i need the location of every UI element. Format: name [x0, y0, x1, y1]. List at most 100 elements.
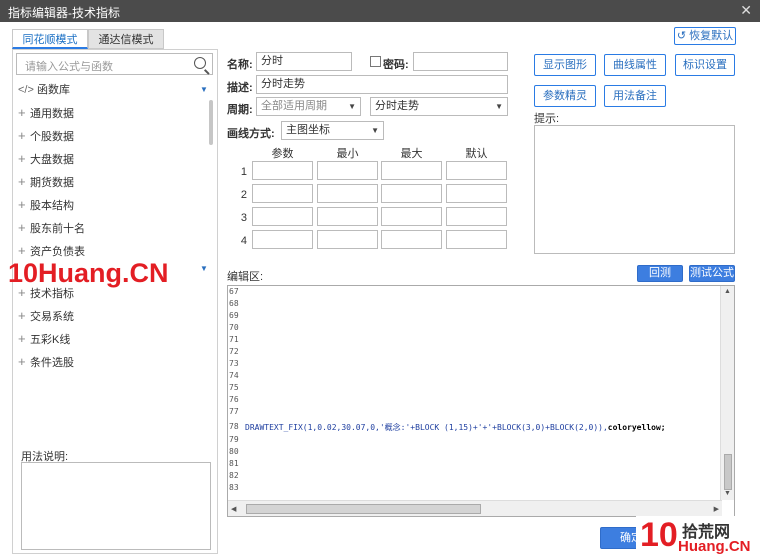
grid-header-min: 最小	[336, 148, 359, 160]
param-cell[interactable]	[317, 184, 378, 203]
hint-box	[534, 125, 735, 254]
param-cell[interactable]	[252, 207, 313, 226]
search-placeholder: 请输入公式与函数	[25, 61, 113, 73]
draw-mode-select[interactable]: 主图坐标	[281, 121, 384, 140]
password-label: 密码:	[383, 59, 409, 71]
param-cell[interactable]	[317, 161, 378, 180]
line-number: 83	[229, 483, 239, 492]
brand-prefix: 10	[640, 516, 678, 554]
line-number: 80	[229, 447, 239, 456]
grid-header-max: 最大	[400, 148, 423, 160]
param-wizard-button[interactable]: 参数精灵	[534, 85, 596, 107]
scroll-left-icon[interactable]: ◀	[231, 505, 236, 513]
line-number: 76	[229, 395, 239, 404]
search-input[interactable]: 请输入公式与函数	[16, 53, 213, 75]
expand-icon: +	[18, 354, 26, 369]
backtest-button[interactable]: 回测	[637, 265, 683, 282]
row-number: 1	[240, 166, 247, 178]
function-library-panel: 请输入公式与函数 </> 函数库 ▼ + 通用数据 + 个股数据 + 大盘数据 + 期货…	[12, 49, 218, 554]
tree-item[interactable]: + 资产负债表	[18, 243, 85, 259]
password-checkbox[interactable]	[370, 56, 381, 67]
expand-icon: +	[18, 308, 26, 323]
row-number: 3	[240, 212, 247, 224]
name-label: 名称:	[227, 59, 253, 71]
usage-note-button[interactable]: 用法备注	[604, 85, 666, 107]
param-cell[interactable]	[381, 161, 442, 180]
collapse-arrow-icon[interactable]: ▼	[200, 264, 208, 273]
desc-input[interactable]: 分时走势	[256, 75, 508, 94]
usage-textarea[interactable]	[21, 462, 211, 550]
line-gutter: 67 68 69 70 71 72 73 74 75 76 77 78 79 8…	[228, 286, 242, 500]
line-number: 74	[229, 371, 239, 380]
brand-sub: Huang.CN	[678, 538, 751, 555]
line-number: 75	[229, 383, 239, 392]
scroll-up-icon[interactable]: ▲	[724, 288, 731, 295]
grid-header-param: 参数	[271, 148, 294, 160]
line-number: 71	[229, 335, 239, 344]
period-label: 周期:	[227, 104, 253, 116]
grid-header-default: 默认	[465, 148, 488, 160]
hint-label: 提示:	[534, 113, 560, 125]
search-icon[interactable]	[194, 57, 206, 69]
expand-icon: +	[18, 243, 26, 258]
scroll-down-icon[interactable]: ▼	[724, 490, 731, 497]
tree-item[interactable]: + 五彩K线	[18, 331, 70, 347]
name-input[interactable]: 分时	[256, 52, 352, 71]
param-cell[interactable]	[446, 184, 507, 203]
param-cell[interactable]	[252, 184, 313, 203]
close-icon[interactable]: ✕	[740, 2, 752, 19]
period-select[interactable]: 全部适用周期	[256, 97, 361, 116]
row-number: 2	[240, 189, 247, 201]
tree-item[interactable]: + 大盘数据	[18, 151, 74, 167]
param-cell[interactable]	[446, 207, 507, 226]
tree-item[interactable]: + 条件选股	[18, 354, 74, 370]
tree-item[interactable]: + 股本结构	[18, 197, 74, 213]
line-number: 72	[229, 347, 239, 356]
param-cell[interactable]	[381, 207, 442, 226]
window-title: 指标编辑器-技术指标	[8, 6, 120, 20]
title-bar: 指标编辑器-技术指标 ✕	[0, 0, 760, 22]
line-number: 82	[229, 471, 239, 480]
code-line: DRAWTEXT_FIX(1,0.02,30.07,0,'概念:'+BLOCK …	[245, 422, 666, 433]
editor-horizontal-scrollbar[interactable]: ◀ ▶	[228, 500, 722, 516]
tab-ths-mode[interactable]: 同花顺模式	[12, 29, 88, 49]
param-cell[interactable]	[446, 230, 507, 249]
param-cell[interactable]	[446, 161, 507, 180]
draw-mode-label: 画线方式:	[227, 128, 275, 140]
tree-header-function-library[interactable]: </> 函数库	[18, 82, 70, 98]
tab-tdx-mode[interactable]: 通达信模式	[88, 29, 164, 49]
tree-item[interactable]: + 期货数据	[18, 174, 74, 190]
tree-item[interactable]: + 交易系统	[18, 308, 74, 324]
test-formula-button[interactable]: 测试公式	[689, 265, 735, 282]
scroll-thumb[interactable]	[724, 454, 732, 490]
code-icon: </>	[18, 84, 34, 96]
restore-default-label: 恢复默认	[689, 30, 734, 42]
scroll-thumb[interactable]	[246, 504, 481, 514]
tree-scrollbar[interactable]	[209, 100, 213, 145]
tree-item[interactable]: + 通用数据	[18, 105, 74, 121]
restore-default-button[interactable]: ↺ 恢复默认	[674, 27, 736, 45]
row-number: 4	[240, 235, 247, 247]
curve-attr-button[interactable]: 曲线属性	[604, 54, 666, 76]
editor-vertical-scrollbar[interactable]: ▲ ▼	[720, 286, 734, 500]
param-cell[interactable]	[381, 184, 442, 203]
line-number: 68	[229, 299, 239, 308]
tree-item[interactable]: + 股东前十名	[18, 220, 85, 236]
code-editor[interactable]: 67 68 69 70 71 72 73 74 75 76 77 78 79 8…	[227, 285, 735, 517]
show-graph-button[interactable]: 显示图形	[534, 54, 596, 76]
period2-select[interactable]: 分时走势	[370, 97, 508, 116]
tree-item[interactable]: + 个股数据	[18, 128, 74, 144]
param-cell[interactable]	[381, 230, 442, 249]
expand-icon: +	[18, 105, 26, 120]
param-cell[interactable]	[252, 161, 313, 180]
expand-icon: +	[18, 151, 26, 166]
line-number: 78	[229, 422, 239, 431]
collapse-arrow-icon[interactable]: ▼	[200, 85, 208, 94]
param-cell[interactable]	[317, 207, 378, 226]
param-cell[interactable]	[252, 230, 313, 249]
expand-icon: +	[18, 220, 26, 235]
scroll-right-icon[interactable]: ▶	[714, 505, 719, 513]
param-cell[interactable]	[317, 230, 378, 249]
password-input[interactable]	[413, 52, 508, 71]
mark-setting-button[interactable]: 标识设置	[675, 54, 735, 76]
